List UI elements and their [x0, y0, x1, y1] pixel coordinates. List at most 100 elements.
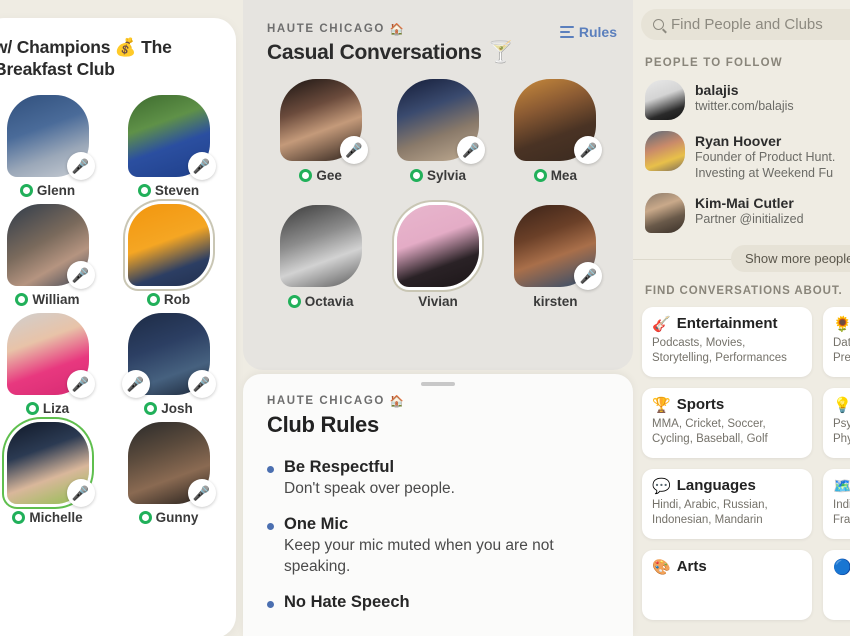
speaker-tile[interactable]: 🎤 🎤 Josh — [113, 312, 225, 416]
speaker-tile[interactable]: 🎤 Michelle — [0, 421, 104, 525]
center-room-panel[interactable]: HAUTE CHICAGO 🏠 Casual Conversations 🍸 R… — [243, 0, 633, 370]
cocktail-icon: 🍸 — [487, 41, 514, 64]
rule-heading: One Mic — [284, 515, 349, 534]
topic-card[interactable]: 🎸 Entertainment Podcasts, Movies, Storytel… — [642, 306, 812, 377]
speaker-tile[interactable]: 🎤 Mea — [502, 79, 608, 183]
rules-list: Be Respectful Don't speak over people. One… — [243, 438, 633, 612]
topic-icon: 🔵 — [833, 558, 850, 576]
new-member-badge-icon — [19, 183, 33, 197]
avatar-wrap: 🎤 — [279, 79, 368, 164]
rule-heading: No Hate Speech — [284, 593, 410, 612]
new-member-badge-icon — [144, 401, 158, 415]
speaker-name: Vivian — [418, 294, 458, 309]
topic-title: Sports — [676, 396, 725, 413]
speaker-name-row: Mea — [502, 168, 608, 183]
left-speaker-grid: 🎤 Glenn 🎤 Steven 🎤 William Rob 🎤 Liza 🎤 🎤 Josh 🎤 Mich… — [0, 81, 236, 525]
new-member-badge-icon — [25, 401, 39, 415]
topic-icon: 🗺️ — [833, 477, 850, 495]
club-rules-sheet[interactable]: HAUTE CHICAGO 🏠 Club Rules Be Respectful… — [243, 374, 633, 636]
speaker-name-row: Sylvia — [385, 168, 491, 183]
topic-icon: 🏆 — [652, 396, 671, 414]
topic-title-row: 💡Wellness — [833, 396, 850, 414]
center-room-title-text: Casual Conversations — [267, 41, 482, 64]
speaker-name: Steven — [154, 182, 200, 198]
topic-subtitle: Dating, Relationships, Pregnancy, Parent… — [833, 336, 850, 365]
topic-card[interactable]: 🌻Dating Dating, Relationships, Pregnancy,… — [823, 306, 850, 377]
speaker-tile[interactable]: 🎤 Gunny — [113, 421, 225, 525]
show-more-people-button[interactable]: Show more people — [731, 244, 850, 272]
speaker-name: William — [32, 291, 80, 307]
avatar-wrap — [396, 205, 479, 287]
center-room-header: HAUTE CHICAGO 🏠 Casual Conversations 🍸 R… — [243, 0, 633, 65]
speaker-name: Mea — [550, 168, 577, 183]
topic-title-row: 🏆 Sports — [652, 396, 802, 414]
topic-card[interactable]: 🏆 Sports MMA, Cricket, Soccer, Cycling, Ba… — [642, 387, 812, 458]
person-text: Kim-Mai Cutler Partner @initialized — [695, 193, 804, 227]
person-subtitle: Founder of Product Hunt. — [695, 150, 836, 164]
rule-body: Keep your mic muted when you are not spe… — [284, 537, 554, 575]
mic-muted-icon: 🎤 — [66, 478, 95, 507]
mic-muted-icon: 🎤 — [339, 136, 368, 164]
topic-subtitle: Hindi, Arabic, Russian, Indonesian, Mand… — [652, 498, 768, 527]
avatar-wrap: 🎤 — [6, 312, 95, 398]
avatar — [645, 192, 685, 233]
rule-item: No Hate Speech — [267, 593, 609, 612]
person-row[interactable]: balajis twitter.com/balajis — [633, 69, 850, 120]
rules-sheet-club-label: HAUTE CHICAGO 🏠 — [267, 394, 609, 408]
topic-icon: 💡 — [833, 396, 850, 414]
person-name: Ryan Hoover — [695, 133, 782, 149]
person-row[interactable]: Ryan Hoover Founder of Product Hunt. Inves… — [633, 120, 850, 182]
speaker-tile[interactable]: 🎤 kirsten — [502, 205, 608, 309]
rules-button[interactable]: Rules — [559, 22, 617, 40]
person-name: balajis — [695, 82, 739, 98]
avatar-wrap: 🎤 — [6, 94, 95, 180]
speaker-tile[interactable]: 🎤 Gee — [268, 79, 374, 183]
speaker-name-row: Vivian — [385, 294, 491, 309]
rules-sheet-title: Club Rules — [267, 412, 379, 437]
new-member-badge-icon — [287, 295, 301, 308]
speaker-tile[interactable]: Rob — [113, 203, 225, 307]
mic-muted-icon: 🎤 — [66, 260, 95, 289]
topic-icon: 🎨 — [652, 558, 671, 576]
speaker-tile[interactable]: 🎤 Glenn — [0, 94, 104, 198]
topic-card[interactable]: 💡Wellness Psychology, Meditation, Physica… — [823, 387, 850, 458]
mic-muted-icon: 🎤 — [121, 369, 150, 398]
center-room-club-name: HAUTE CHICAGO — [267, 23, 385, 35]
mic-muted-icon: 🎤 — [456, 136, 485, 164]
speaker-tile[interactable]: 🎤 William — [0, 203, 104, 307]
speaker-tile[interactable]: 🎤 Steven — [113, 94, 225, 198]
left-room-panel[interactable]: w/ Champions 💰 The Breakfast Club 🎤 Glenn… — [0, 18, 236, 636]
avatar — [645, 80, 685, 120]
mic-muted-icon: 🎤 — [187, 369, 216, 398]
topic-subtitle: Podcasts, Movies, Storytelling, Performa… — [652, 336, 787, 365]
person-text: balajis twitter.com/balajis — [695, 80, 794, 114]
avatar-wrap: 🎤 — [514, 205, 603, 290]
avatar-wrap: 🎤 — [514, 79, 603, 164]
avatar-wrap — [127, 203, 210, 286]
avatar — [396, 205, 479, 287]
search-input[interactable]: Find People and Clubs — [641, 9, 850, 40]
topic-title-row: 🎨 Arts — [652, 558, 802, 576]
speaker-name: Michelle — [29, 509, 83, 525]
speaker-tile[interactable]: 🎤 Liza — [0, 312, 104, 416]
topic-card[interactable]: 🗺️Identity Indian, Black, Latinx, San Fra… — [823, 468, 850, 539]
topic-card[interactable]: 💬 Languages Hindi, Arabic, Russian, Indone… — [642, 468, 812, 539]
speaker-tile[interactable]: Vivian — [385, 205, 491, 309]
mic-muted-icon: 🎤 — [187, 151, 216, 180]
new-member-badge-icon — [299, 169, 313, 182]
topic-icon: 🌻 — [833, 315, 850, 333]
speaker-name-row: Gunny — [113, 510, 225, 525]
person-row[interactable]: Kim-Mai Cutler Partner @initialized — [633, 182, 850, 233]
speaker-tile[interactable]: 🎤 Sylvia — [385, 79, 491, 183]
speaker-name-row: Rob — [113, 292, 225, 307]
speaker-name-row: Glenn — [0, 183, 104, 198]
speaker-name-row: Michelle — [0, 510, 104, 525]
mic-muted-icon: 🎤 — [574, 136, 603, 164]
person-name: Kim-Mai Cutler — [695, 194, 794, 211]
speaker-tile[interactable]: Octavia — [268, 205, 374, 309]
speaker-name: Sylvia — [426, 168, 466, 183]
topic-card[interactable]: 🎨 Arts — [642, 549, 812, 620]
speaker-name-row: Liza — [0, 401, 104, 416]
bullet-icon — [267, 466, 274, 473]
topic-card[interactable]: 🔵Tech — [823, 549, 850, 620]
